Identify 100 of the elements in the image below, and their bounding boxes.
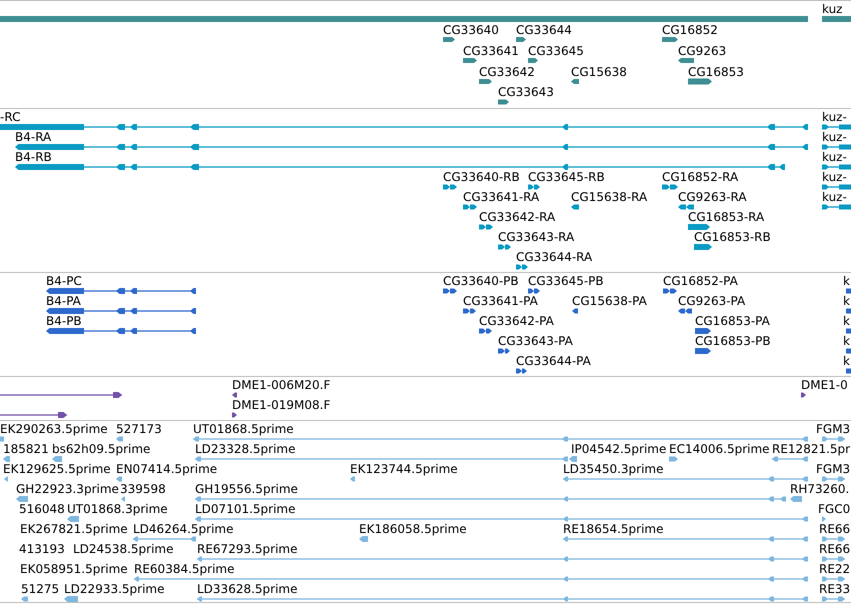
- transcript-arrow-icon[interactable]: [571, 204, 579, 210]
- gene-arrow-icon[interactable]: [516, 37, 526, 42]
- protein-arrow-icon[interactable]: [443, 288, 457, 294]
- est-arrow-icon[interactable]: [121, 496, 125, 502]
- transcript-arrow-icon[interactable]: [516, 264, 528, 270]
- protein-model[interactable]: [46, 308, 196, 314]
- transcript-arrow-icon[interactable]: [694, 244, 712, 250]
- gene-bar[interactable]: [688, 78, 712, 84]
- est-label: LD46264.5prime: [133, 522, 234, 536]
- est-alignment[interactable]: [822, 596, 845, 602]
- clone-end-arrow-icon[interactable]: [801, 392, 806, 398]
- protein-arrow-icon[interactable]: [572, 308, 578, 314]
- transcript-label: kuz-: [822, 190, 847, 204]
- gene-arrow-icon[interactable]: [571, 79, 579, 84]
- est-alignment[interactable]: [822, 476, 845, 482]
- gene-arrow-icon[interactable]: [528, 58, 538, 63]
- transcript-model[interactable]: [822, 184, 851, 190]
- est-alignment[interactable]: [197, 596, 808, 602]
- est-label: bs62h09.5prime: [52, 442, 150, 456]
- protein-arrow-icon[interactable]: [695, 328, 711, 334]
- gene-arrow-icon[interactable]: [498, 100, 509, 104]
- protein-label: k: [843, 274, 850, 288]
- est-arrow-icon[interactable]: [359, 536, 368, 542]
- gene-arrow-icon[interactable]: [443, 37, 455, 42]
- est-alignment[interactable]: [197, 556, 808, 562]
- est-alignment[interactable]: [563, 476, 808, 482]
- transcript-arrow-icon[interactable]: [678, 204, 694, 210]
- est-arrow-icon[interactable]: [350, 476, 355, 482]
- est-alignment[interactable]: [772, 456, 808, 462]
- protein-model[interactable]: [46, 328, 196, 334]
- est-arrow-icon[interactable]: [669, 456, 678, 462]
- est-arrow-icon[interactable]: [790, 496, 802, 502]
- est-arrow-icon[interactable]: [569, 456, 577, 462]
- clone-end-model[interactable]: [0, 392, 122, 398]
- transcript-model[interactable]: [822, 164, 851, 170]
- est-alignment[interactable]: [822, 576, 845, 582]
- est-label: EK186058.5prime: [359, 522, 467, 536]
- gene-arrow-icon[interactable]: [678, 58, 694, 63]
- est-label: IP04542.5prime: [571, 442, 666, 456]
- gene-arrow-icon[interactable]: [479, 79, 492, 84]
- transcript-label: B4-RA: [15, 130, 52, 144]
- protein-label: k: [843, 354, 850, 368]
- transcript-model[interactable]: [822, 204, 851, 210]
- transcript-arrow-icon[interactable]: [498, 244, 511, 250]
- est-alignment[interactable]: [195, 496, 786, 502]
- est-arrow-icon[interactable]: [822, 516, 826, 522]
- protein-model[interactable]: [46, 288, 196, 294]
- gene-arrow-icon[interactable]: [662, 37, 678, 42]
- est-alignment[interactable]: [822, 536, 845, 542]
- est-label: 339598: [120, 482, 166, 496]
- est-alignment[interactable]: [822, 436, 845, 442]
- transcript-model[interactable]: [822, 144, 851, 150]
- clone-end-model[interactable]: [0, 412, 67, 418]
- protein-label: CG33644-PA: [516, 354, 591, 368]
- transcript-arrow-icon[interactable]: [479, 224, 493, 230]
- est-arrow-icon[interactable]: [67, 516, 79, 522]
- protein-arrow-icon[interactable]: [528, 288, 540, 294]
- protein-arrow-icon[interactable]: [463, 308, 476, 314]
- transcript-label: B4-RB: [15, 150, 52, 164]
- transcript-arrow-icon[interactable]: [463, 204, 477, 210]
- est-label: RE67293.5prime: [197, 542, 298, 556]
- protein-arrow-icon[interactable]: [678, 308, 692, 314]
- est-arrow-icon[interactable]: [116, 476, 122, 482]
- est-arrow-icon[interactable]: [16, 496, 28, 502]
- protein-label: CG33645-PB: [528, 274, 604, 288]
- est-alignment[interactable]: [133, 536, 196, 542]
- transcript-model[interactable]: [822, 124, 851, 130]
- est-label: EK267821.5prime: [20, 522, 128, 536]
- clone-end-arrow-icon[interactable]: [232, 392, 237, 398]
- clone-end-arrow-icon[interactable]: [232, 412, 237, 418]
- transcript-model[interactable]: [15, 144, 808, 150]
- est-arrow-icon[interactable]: [3, 456, 10, 462]
- protein-label: CG16853-PB: [695, 334, 771, 348]
- transcript-arrow-icon[interactable]: [662, 184, 678, 190]
- est-alignment[interactable]: [134, 576, 808, 582]
- transcript-label: CG33645-RB: [528, 170, 605, 184]
- clone-end-label: DME1-006M20.F: [232, 378, 330, 392]
- est-alignment[interactable]: [822, 556, 845, 562]
- est-arrow-icon[interactable]: [116, 436, 123, 442]
- est-arrow-icon[interactable]: [4, 476, 8, 482]
- est-alignment[interactable]: [563, 536, 808, 542]
- protein-arrow-icon[interactable]: [663, 288, 677, 294]
- protein-arrow-icon[interactable]: [498, 348, 510, 354]
- transcript-arrow-icon[interactable]: [443, 184, 457, 190]
- transcript-model[interactable]: [0, 124, 808, 130]
- protein-arrow-icon[interactable]: [695, 348, 711, 354]
- gene-label: CG16852: [662, 23, 718, 37]
- transcript-arrow-icon[interactable]: [528, 184, 540, 190]
- est-alignment[interactable]: [193, 436, 808, 442]
- transcript-model[interactable]: [15, 164, 785, 170]
- est-alignment[interactable]: [195, 516, 808, 522]
- est-arrow-icon[interactable]: [64, 596, 78, 602]
- est-arrow-icon[interactable]: [52, 456, 62, 462]
- protein-arrow-icon[interactable]: [516, 368, 527, 374]
- protein-arrow-icon[interactable]: [479, 328, 492, 334]
- est-alignment[interactable]: [195, 456, 568, 462]
- est-arrow-icon[interactable]: [21, 596, 28, 602]
- transcript-bar[interactable]: [688, 224, 710, 230]
- gene-arrow-icon[interactable]: [463, 58, 477, 63]
- transcript-label: CG33642-RA: [479, 210, 556, 224]
